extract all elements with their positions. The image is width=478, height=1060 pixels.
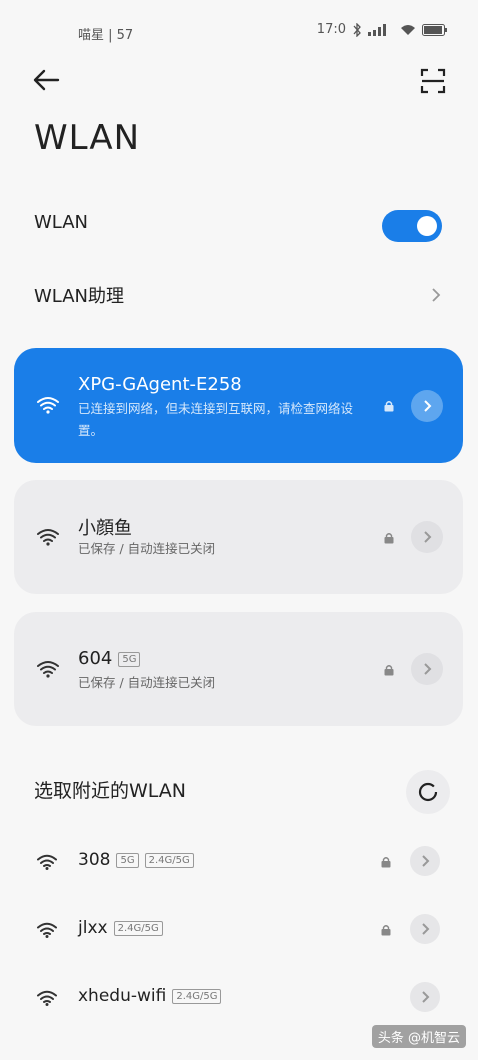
top-bar [0, 60, 478, 104]
bluetooth-icon [353, 22, 361, 37]
status-bar: 喵星 | 57 17:0 [0, 0, 478, 60]
signal-icon [368, 23, 386, 36]
chevron-right-icon [424, 663, 432, 675]
wlan-assistant-row[interactable]: WLAN助理 [0, 270, 478, 320]
network-status: 已保存 / 自动连接已关闭 [78, 541, 216, 556]
chevron-right-icon [422, 923, 430, 935]
lock-icon [381, 925, 391, 936]
chevron-right-icon [422, 855, 430, 867]
wlan-toggle-label: WLAN [34, 212, 89, 233]
scan-icon [420, 68, 446, 94]
lock-icon [381, 857, 391, 868]
saved-network-card[interactable]: 小顔鱼 已保存 / 自动连接已关闭 [14, 480, 463, 594]
wlan-toggle-switch[interactable] [382, 210, 442, 242]
chevron-right-icon [424, 531, 432, 543]
status-carrier: 喵星 | 57 [78, 28, 134, 43]
saved-network-card-active[interactable]: XPG-GAgent-E258 已连接到网络，但未连接到互联网，请检查网络设置。 [14, 348, 463, 463]
saved-network-card[interactable]: 604 5G 已保存 / 自动连接已关闭 [14, 612, 463, 726]
network-status: 已保存 / 自动连接已关闭 [78, 675, 216, 690]
wifi-icon [37, 990, 57, 1006]
page-title: WLAN [34, 118, 141, 158]
arrow-left-icon [33, 69, 60, 91]
band-badge: 2.4G/5G [144, 852, 194, 868]
band-badge: 5G [118, 651, 141, 667]
band-badge: 5G [116, 852, 139, 868]
wifi-status-icon [401, 24, 415, 35]
lock-icon [384, 401, 394, 412]
wifi-icon [37, 661, 59, 678]
network-ssid: 308 [78, 850, 111, 870]
battery-icon [422, 23, 447, 36]
wlan-assistant-label: WLAN助理 [34, 286, 125, 307]
network-details-button[interactable] [410, 982, 440, 1012]
refresh-button[interactable] [406, 770, 450, 814]
toggle-knob [417, 216, 437, 236]
network-details-button[interactable] [411, 390, 443, 422]
network-ssid: xhedu-wifi [78, 986, 167, 1006]
network-details-button[interactable] [411, 521, 443, 553]
network-details-button[interactable] [410, 846, 440, 876]
chevron-right-icon [424, 400, 432, 412]
refresh-icon [418, 782, 438, 802]
scan-qr-button[interactable] [420, 68, 448, 96]
wifi-icon [37, 922, 57, 938]
status-time: 17:0 [316, 22, 346, 37]
band-badge: 2.4G/5G [113, 920, 163, 936]
wifi-icon [37, 854, 57, 870]
back-button[interactable] [32, 68, 64, 96]
network-ssid: XPG-GAgent-E258 [78, 374, 242, 395]
wlan-toggle-row[interactable]: WLAN [0, 200, 478, 250]
chevron-right-icon [432, 288, 441, 302]
network-details-button[interactable] [411, 653, 443, 685]
network-ssid: jlxx [78, 918, 108, 938]
wifi-icon [37, 397, 59, 414]
wifi-icon [37, 529, 59, 546]
lock-icon [384, 533, 394, 544]
nearby-network-row[interactable]: 308 5G 2.4G/5G [0, 832, 478, 892]
lock-icon [384, 665, 394, 676]
band-badge: 2.4G/5G [172, 988, 222, 1004]
nearby-section-title: 选取附近的WLAN [34, 780, 187, 802]
nearby-network-row[interactable]: jlxx 2.4G/5G [0, 900, 478, 960]
network-ssid: 小顔鱼 [78, 518, 132, 539]
network-ssid: 604 [78, 648, 113, 669]
network-status: 已连接到网络，但未连接到互联网，请检查网络设置。 [78, 401, 354, 438]
chevron-right-icon [422, 991, 430, 1003]
network-details-button[interactable] [410, 914, 440, 944]
watermark: 头条 @机智云 [371, 1025, 466, 1048]
nearby-network-row[interactable]: xhedu-wifi 2.4G/5G [0, 968, 478, 1028]
